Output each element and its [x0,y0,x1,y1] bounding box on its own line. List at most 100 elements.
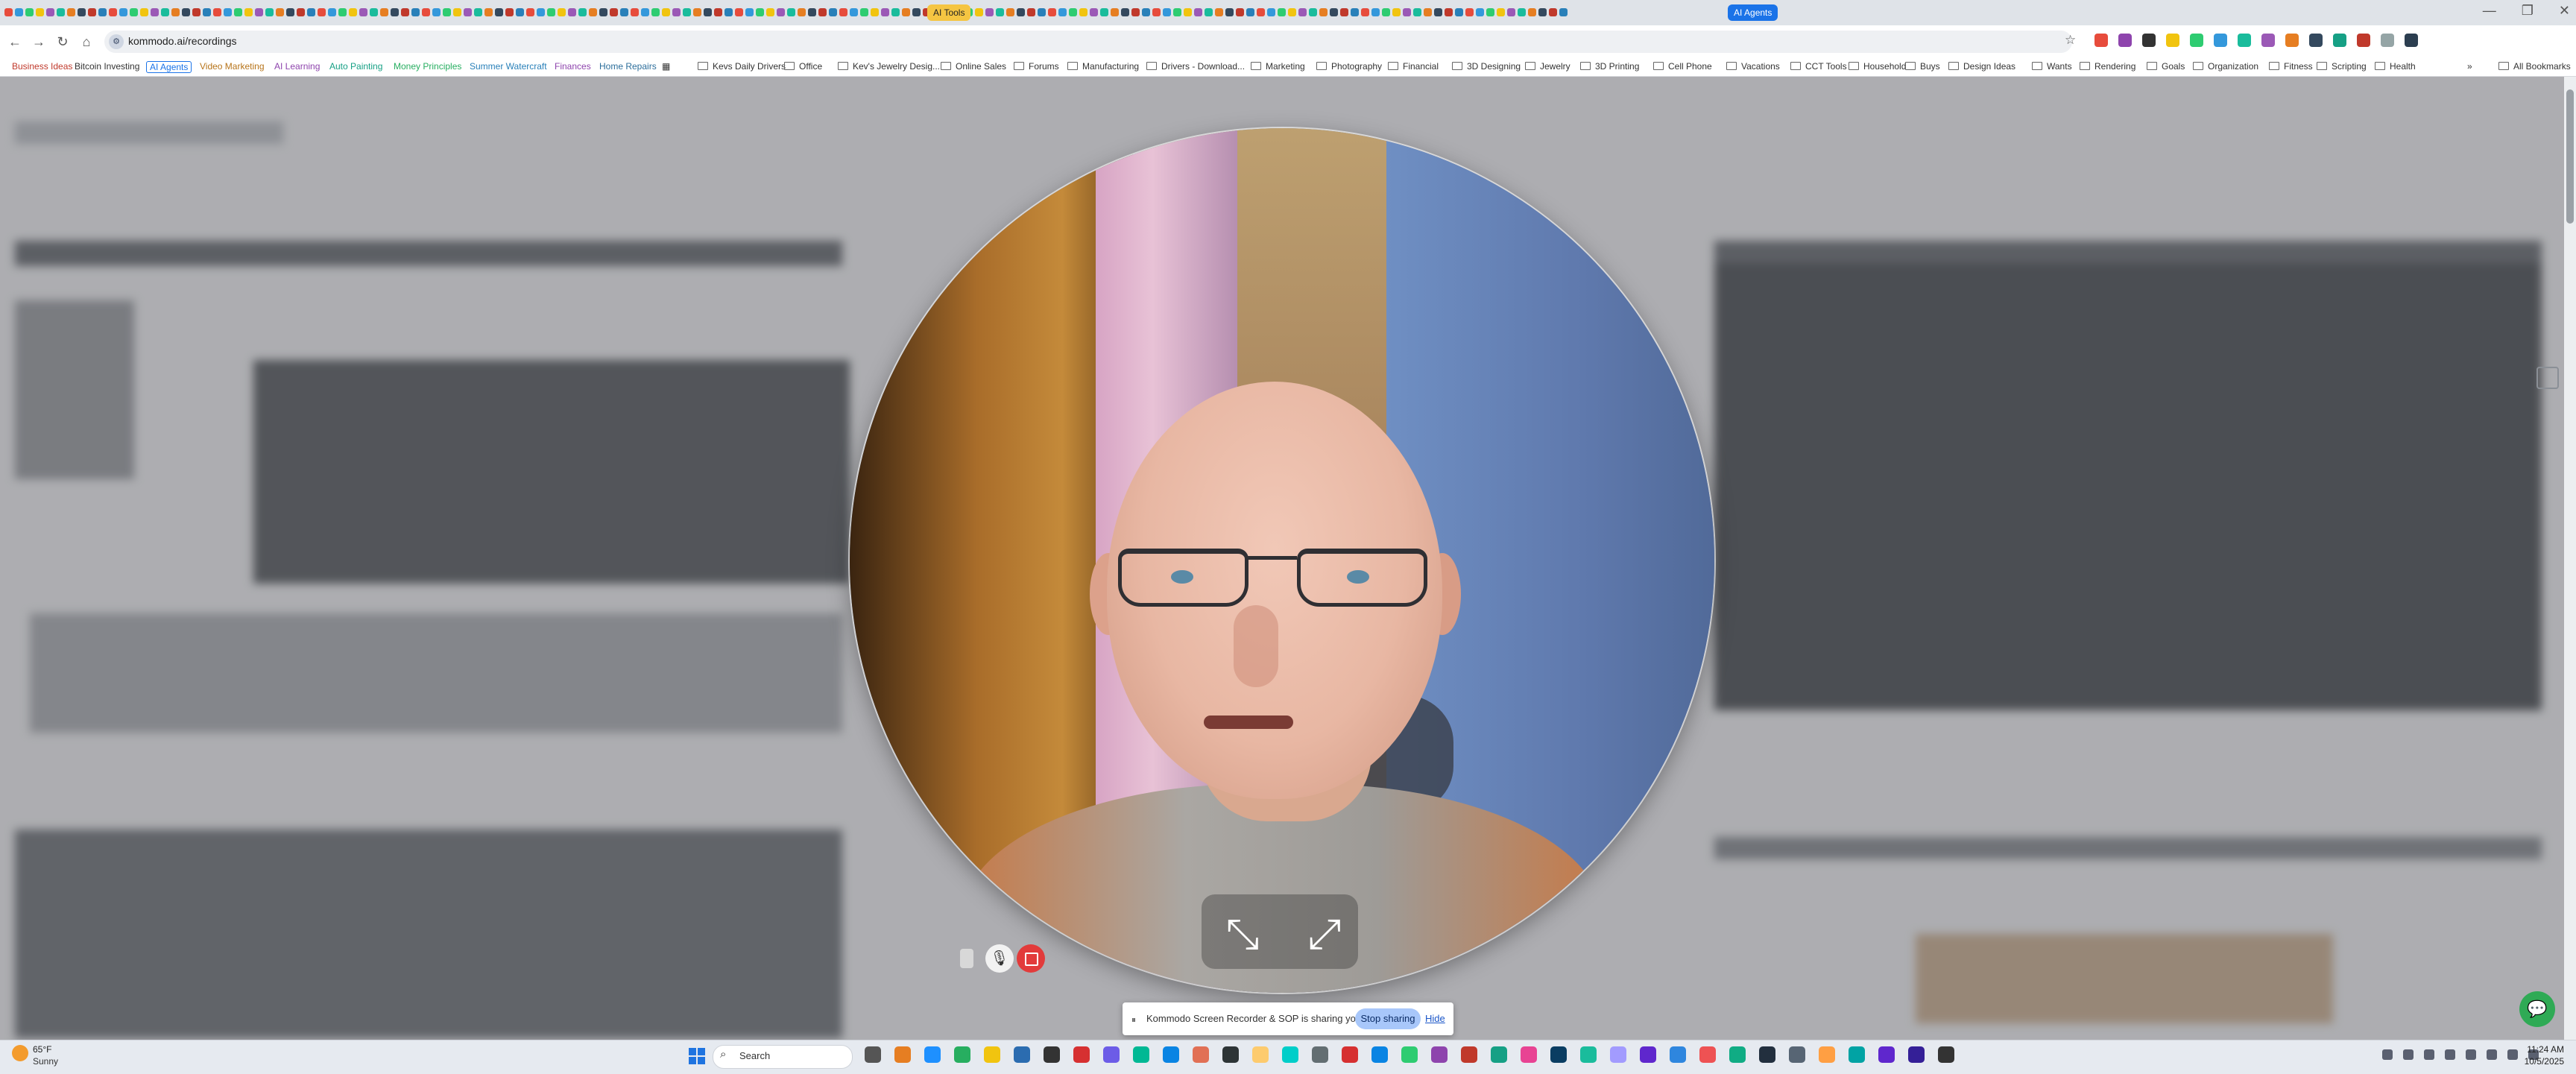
tab-favicon-icon[interactable] [610,8,618,16]
tab-favicon-icon[interactable] [1006,8,1014,16]
tab-favicon-icon[interactable] [714,8,722,16]
tab-favicon-icon[interactable] [151,8,159,16]
taskbar-app-icon[interactable] [1014,1046,1030,1063]
tab-favicon-icon[interactable] [1497,8,1505,16]
taskbar-app-icon[interactable] [1193,1046,1209,1063]
tab-favicon-icon[interactable] [683,8,691,16]
tab-favicon-icon[interactable] [182,8,190,16]
taskbar-app-icon[interactable] [1670,1046,1686,1063]
tab-favicon-icon[interactable] [411,8,420,16]
tab-favicon-icon[interactable] [1142,8,1150,16]
bookmark-folder[interactable]: Office [784,61,822,72]
extension-icons[interactable] [2094,34,2418,47]
minimize-button[interactable]: — [2483,3,2496,19]
tab-favicon-icon[interactable] [432,8,441,16]
url-text[interactable]: kommodo.ai/recordings [128,35,237,47]
maximize-button[interactable]: ❐ [2522,3,2534,19]
taskbar-app-icon[interactable] [1461,1046,1477,1063]
taskbar-search-input[interactable] [713,1045,853,1069]
tab-favicon-icon[interactable] [641,8,649,16]
tab-favicon-icon[interactable] [505,8,514,16]
taskbar-app-icon[interactable] [1312,1046,1328,1063]
tab-favicon-icon[interactable] [745,8,754,16]
tab-favicon-icon[interactable] [1455,8,1463,16]
extension-icon[interactable] [2190,34,2203,47]
tab-favicon-icon[interactable] [1371,8,1380,16]
taskbar-app-icon[interactable] [1849,1046,1865,1063]
tab-favicon-icon[interactable] [338,8,347,16]
taskbar-app-icon[interactable] [1610,1046,1626,1063]
address-bar[interactable] [104,31,2072,53]
tab-favicon-icon[interactable] [1267,8,1275,16]
forward-icon[interactable]: → [30,33,48,51]
tab-favicon-icon[interactable] [1121,8,1129,16]
extension-icon[interactable] [2381,34,2394,47]
tab-favicon-icon[interactable] [631,8,639,16]
tab-favicon-icon[interactable] [1194,8,1202,16]
drag-handle[interactable] [960,949,973,968]
tab-favicon-icon[interactable] [871,8,879,16]
tab-favicon-icon[interactable] [620,8,628,16]
tab-favicon-icon[interactable] [1131,8,1140,16]
tab-favicon-icon[interactable] [672,8,681,16]
tab-favicon-icon[interactable] [975,8,983,16]
bookmark-folder[interactable]: Goals [2147,61,2185,72]
extension-icon[interactable] [2094,34,2108,47]
tray-microphone-icon[interactable] [2445,1049,2455,1060]
tab-favicon-icon[interactable] [1330,8,1338,16]
tab-favicon-icon[interactable] [328,8,336,16]
tab-favicon-icon[interactable] [777,8,785,16]
tab-favicon-icon[interactable] [130,8,138,16]
all-bookmarks-folder[interactable]: All Bookmarks [2498,61,2571,72]
tray-app-icon[interactable] [2424,1049,2434,1060]
tab-favicon-icon[interactable] [1236,8,1244,16]
bookmark-folder[interactable]: Manufacturing [1067,61,1139,72]
tab-favicon-icon[interactable] [98,8,107,16]
tab-favicon-icon[interactable] [307,8,315,16]
windows-start-icon[interactable] [689,1048,705,1064]
tab-favicon-icon[interactable] [4,8,13,16]
tab-favicon-icon[interactable] [651,8,660,16]
tab-favicon-icon[interactable] [724,8,733,16]
taskbar-app-icon[interactable] [1371,1046,1388,1063]
tab-favicon-icon[interactable] [808,8,816,16]
tab-favicon-icon[interactable] [996,8,1004,16]
back-icon[interactable]: ← [6,33,24,51]
bookmark-folder[interactable]: Photography [1316,61,1382,72]
tab-favicon-icon[interactable] [735,8,743,16]
tab-favicon-icon[interactable] [850,8,858,16]
tab-favicon-icon[interactable] [318,8,326,16]
tab-favicon-icon[interactable] [1434,8,1442,16]
bookmark-ai-agents[interactable]: AI Agents [146,61,192,73]
tab-favicon-icon[interactable] [578,8,587,16]
tab-favicon-icon[interactable] [1173,8,1181,16]
tab-favicon-icon[interactable] [192,8,201,16]
extension-icon[interactable] [2118,34,2132,47]
tab-favicon-icon[interactable] [46,8,54,16]
taskbar-clock-time[interactable]: 11:24 AM [2512,1044,2564,1055]
bookmark-business-ideas[interactable]: Business Ideas [9,61,75,72]
tab-favicon-icon[interactable] [547,8,555,16]
tab-favicon-icon[interactable] [276,8,284,16]
tab-favicon-icon[interactable] [766,8,774,16]
tab-favicon-icon[interactable] [1424,8,1432,16]
tab-favicon-icon[interactable] [15,8,23,16]
tab-favicon-icon[interactable] [1351,8,1359,16]
tab-favicon-icon[interactable] [1058,8,1067,16]
tab-favicon-icon[interactable] [297,8,305,16]
bookmarks-overflow-icon[interactable]: » [2467,61,2472,72]
tab-favicons[interactable] [4,6,1568,19]
tab-favicon-icon[interactable] [359,8,367,16]
bookmark-folder[interactable]: Scripting [2317,61,2367,72]
bookmark-folder[interactable]: Drivers - Download... [1146,61,1245,72]
extension-icon[interactable] [2214,34,2227,47]
tab-favicon-icon[interactable] [860,8,868,16]
tab-favicon-icon[interactable] [380,8,388,16]
bookmark-folder[interactable]: Wants [2032,61,2072,72]
tab-favicon-icon[interactable] [203,8,211,16]
apps-grid-icon[interactable]: ▦ [662,61,670,72]
tab-favicon-icon[interactable] [88,8,96,16]
chat-support-icon[interactable]: 💬 [2519,991,2555,1027]
tab-favicon-icon[interactable] [881,8,889,16]
bookmark-summer-watercraft[interactable]: Summer Watercraft [467,61,550,72]
